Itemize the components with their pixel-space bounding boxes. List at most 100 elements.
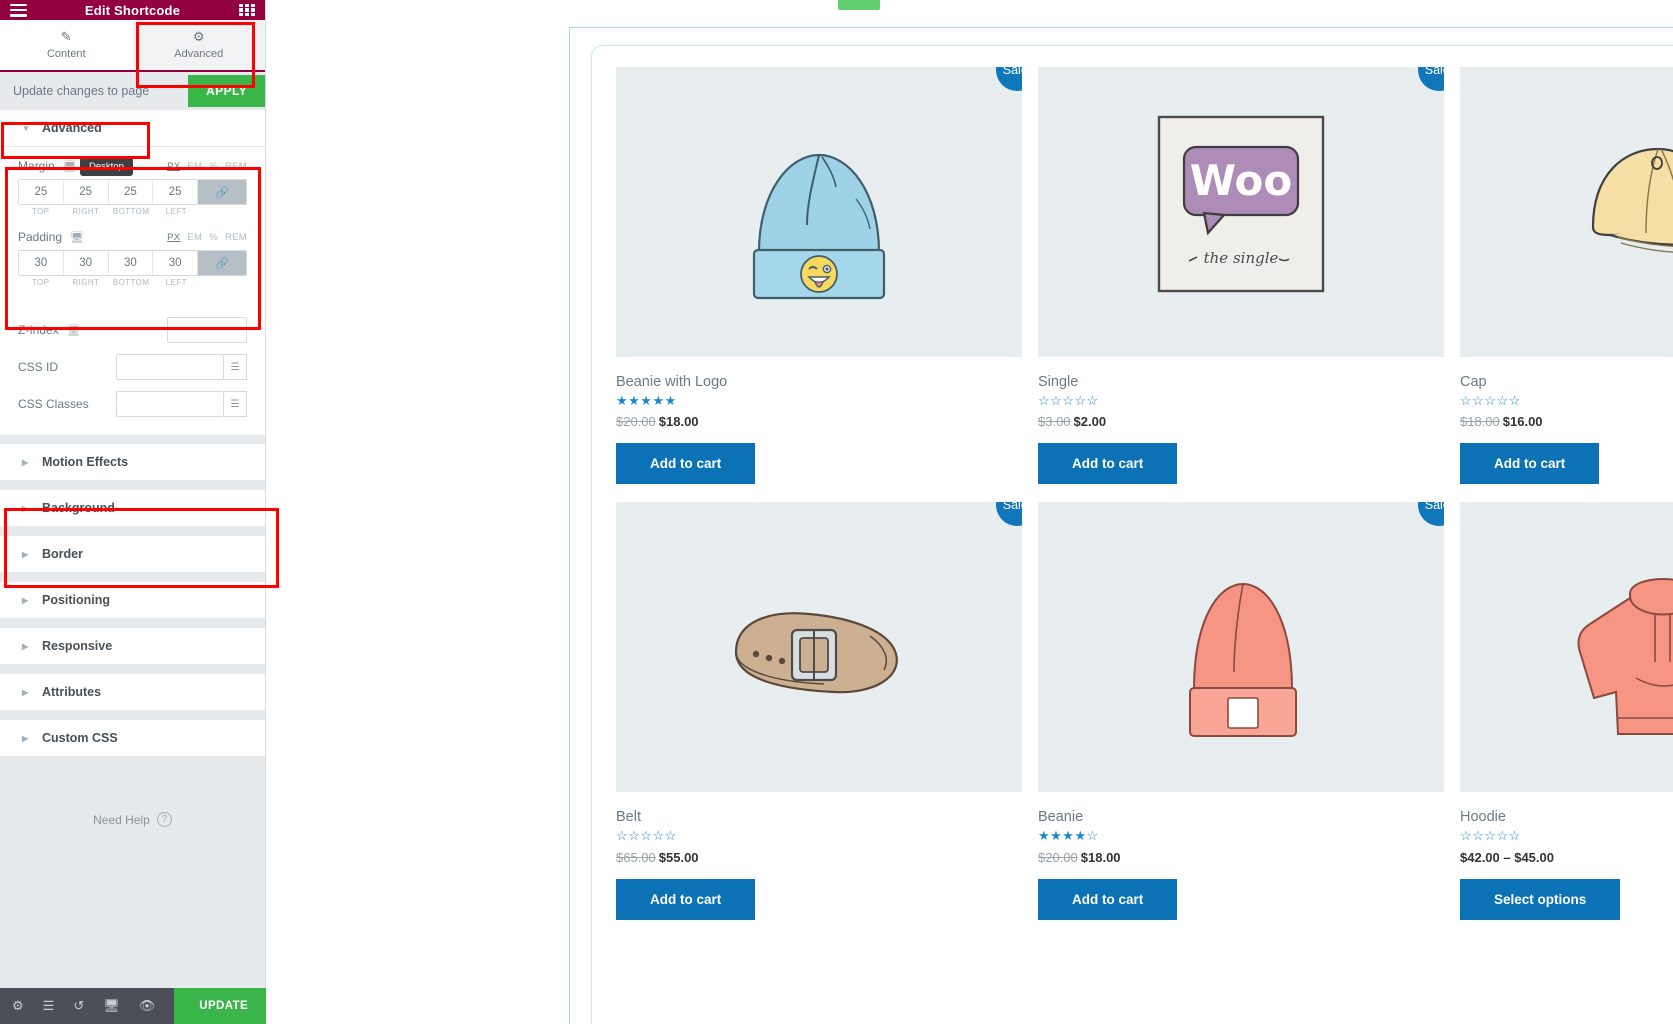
svg-text:Woo: Woo [1190,156,1293,205]
section-attributes[interactable]: ▶ Attributes [0,674,265,711]
history-icon[interactable]: ↺ [73,998,84,1014]
section-responsive[interactable]: ▶ Responsive [0,628,265,665]
margin-right-input[interactable] [63,180,109,204]
margin-unit-rem[interactable]: REM [225,161,247,172]
apply-hint-text: Update changes to page [13,84,150,98]
css-classes-dynamic-tags-icon[interactable]: ☰ [224,391,247,417]
responsive-monitor-icon[interactable]: 🖥 [70,231,84,244]
padding-right-input[interactable] [63,251,109,275]
product-card[interactable]: Sale! Beanie with [616,67,1022,485]
tab-advanced[interactable]: ⚙ Advanced [132,20,265,70]
padding-unit-em[interactable]: EM [187,232,202,243]
padding-bottom-input[interactable] [108,251,154,275]
product-card[interactable]: Sale! Hoodie ☆☆☆☆☆ [1460,502,1673,920]
product-image[interactable]: Sale! [1460,67,1673,357]
product-card[interactable]: Sale! Woo the single Single ☆☆☆☆☆ $3.00$… [1038,67,1444,485]
product-image[interactable]: Sale! [1038,502,1444,793]
tab-content-label: Content [46,48,86,60]
product-title[interactable]: Hoodie [1460,809,1673,825]
responsive-monitor-icon[interactable]: 🖥 [103,998,120,1014]
tab-content[interactable]: ✎ Content [0,20,133,70]
margin-unit-em[interactable]: EM [187,161,202,172]
css-classes-input[interactable] [116,391,224,417]
margin-left-label: LEFT [165,207,187,216]
section-border[interactable]: ▶ Border [0,536,265,573]
misc-fields-body: Z-Index 🖥 CSS ID ☰ CSS Classes ☰ [0,301,265,435]
product-rating: ★★★★★ [616,393,677,408]
device-tooltip: Desktop [80,157,133,176]
margin-unit-percent[interactable]: % [209,161,218,172]
section-divider [0,711,265,720]
css-id-input[interactable] [116,354,224,380]
margin-top-input[interactable] [19,180,64,204]
product-image[interactable]: Sale! Woo the single [1038,67,1444,357]
product-rating: ☆☆☆☆☆ [1460,828,1521,844]
need-help-link[interactable]: Need Help ? [0,757,265,827]
padding-left-label: LEFT [165,278,187,287]
chevron-right-icon: ▶ [22,595,29,605]
margin-labels-spacer [199,207,247,216]
update-button[interactable]: UPDATE [174,988,274,1024]
product-card[interactable]: Sale! Cap ☆☆☆☆☆ $18.00$16.00 [1460,67,1673,485]
css-id-dynamic-tags-icon[interactable]: ☰ [224,354,247,380]
chevron-right-icon: ▶ [22,733,29,743]
apply-button[interactable]: APPLY [188,75,265,107]
grid-apps-icon[interactable] [239,3,255,17]
margin-left-input[interactable] [153,180,198,204]
margin-units: PX EM % REM [167,161,247,172]
hamburger-menu-icon[interactable] [10,3,27,17]
product-card[interactable]: Sale! Belt ☆☆☆☆☆ [616,502,1022,920]
section-divider [0,435,265,444]
responsive-monitor-icon[interactable]: 🖥 [67,324,81,337]
section-divider [0,573,265,582]
add-to-cart-button[interactable]: Add to cart [616,443,756,485]
z-index-input[interactable] [167,317,247,343]
section-background-label: Background [42,501,115,515]
layers-icon[interactable]: ☰ [43,998,55,1014]
product-title[interactable]: Belt [616,809,1022,825]
section-advanced[interactable]: ▼ Advanced [0,110,265,147]
product-rating: ☆☆☆☆☆ [1460,393,1521,408]
padding-top-input[interactable] [19,251,64,275]
z-index-row: Z-Index 🖥 [18,317,247,343]
section-motion-effects[interactable]: ▶ Motion Effects [0,444,265,481]
product-title[interactable]: Single [1038,374,1444,390]
product-title[interactable]: Beanie [1038,809,1444,825]
product-old-price: $20.00 [616,414,656,430]
padding-unit-rem[interactable]: REM [225,232,247,243]
chevron-right-icon: ▶ [22,687,29,697]
product-card[interactable]: Sale! Beanie ★★★★☆ $20.00$18.00 Add to c… [1038,502,1444,920]
panel-header: Edit Shortcode [0,0,265,20]
section-background[interactable]: ▶ Background [0,490,265,527]
padding-unit-px[interactable]: PX [167,232,180,243]
margin-bottom-input[interactable] [108,180,154,204]
margin-link-icon[interactable]: 🔗 [198,180,246,204]
add-to-cart-button[interactable]: Add to cart [1038,443,1178,485]
padding-link-icon[interactable]: 🔗 [198,251,246,275]
responsive-monitor-icon[interactable]: 🖥 [63,160,77,173]
preview-eye-icon[interactable]: 👁 [139,998,156,1014]
add-section-handle[interactable] [838,0,880,10]
margin-unit-px[interactable]: PX [167,161,180,172]
add-to-cart-button[interactable]: Add to cart [1038,878,1178,920]
section-positioning[interactable]: ▶ Positioning [0,582,265,619]
product-current-price: $55.00 [658,849,699,865]
product-rating: ★★★★☆ [1038,828,1099,844]
product-image[interactable]: Sale! [616,67,1022,357]
add-to-cart-button[interactable]: Add to cart [1460,443,1600,485]
gear-icon[interactable]: ⚙ [12,998,24,1014]
pink-beanie-icon [1189,583,1297,738]
product-image[interactable]: Sale! [1460,502,1673,793]
elementor-editor-panel: Edit Shortcode ✎ Content ⚙ Advanced Upda… [0,0,300,1024]
product-price: $20.00 $18.00 [1038,850,1444,865]
padding-unit-percent[interactable]: % [209,232,218,243]
product-title[interactable]: Cap [1460,374,1673,390]
select-options-button[interactable]: Select options [1460,878,1621,920]
section-custom-css[interactable]: ▶ Custom CSS [0,720,265,757]
padding-left-input[interactable] [153,251,198,275]
product-image[interactable]: Sale! [616,502,1022,793]
add-to-cart-button[interactable]: Add to cart [616,878,756,920]
z-index-field [167,317,247,343]
product-title[interactable]: Beanie with Logo [616,374,1022,390]
padding-inputs: 🔗 [18,250,247,276]
